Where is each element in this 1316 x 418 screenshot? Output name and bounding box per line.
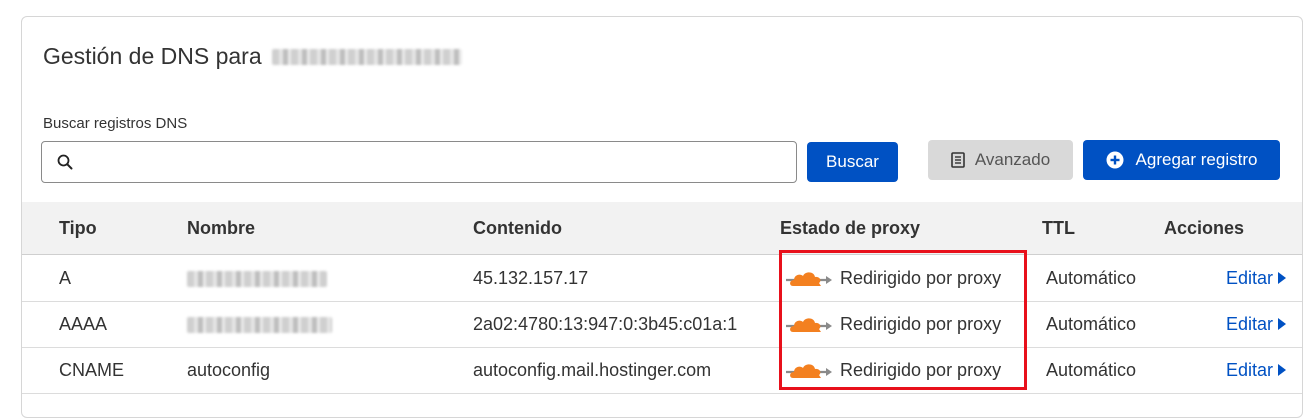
record-ttl: Automático xyxy=(1046,268,1137,288)
edit-link[interactable]: Editar xyxy=(1226,255,1287,301)
table-row: A 45.132.157.17 Redirigido por proxy Aut… xyxy=(22,255,1302,302)
record-name xyxy=(187,301,332,347)
column-name[interactable]: Nombre xyxy=(187,202,255,254)
table-row: CNAME autoconfig autoconfig.mail.hosting… xyxy=(22,347,1302,394)
edit-link-label: Editar xyxy=(1226,314,1274,334)
dns-management-card: Gestión de DNS para Buscar registros DNS… xyxy=(21,16,1303,418)
search-field[interactable] xyxy=(41,141,797,183)
page-title: Gestión de DNS para xyxy=(43,43,462,70)
advanced-button[interactable]: Avanzado xyxy=(928,140,1073,180)
search-button-label: Buscar xyxy=(826,152,879,171)
record-type: CNAME xyxy=(59,360,125,380)
caret-right-icon xyxy=(1278,318,1287,330)
column-ttl[interactable]: TTL xyxy=(1042,202,1075,254)
search-label: Buscar registros DNS xyxy=(43,115,188,132)
edit-link-label: Editar xyxy=(1226,360,1274,380)
plus-circle-icon xyxy=(1106,151,1124,169)
record-content: 45.132.157.17 xyxy=(473,268,589,288)
record-content: 2a02:4780:13:947:0:3b45:c01a:1 xyxy=(473,314,738,334)
table-row: AAAA 2a02:4780:13:947:0:3b45:c01a:1 Redi… xyxy=(22,301,1302,348)
proxy-status-highlight xyxy=(779,250,1027,390)
document-icon xyxy=(951,152,965,168)
page-title-text: Gestión de DNS para xyxy=(43,43,262,69)
record-name: autoconfig xyxy=(187,360,271,380)
column-proxy[interactable]: Estado de proxy xyxy=(780,202,920,254)
record-content: autoconfig.mail.hostinger.com xyxy=(473,360,712,380)
caret-right-icon xyxy=(1278,364,1287,376)
search-icon xyxy=(57,154,73,170)
advanced-button-label: Avanzado xyxy=(974,150,1051,169)
record-type: A xyxy=(59,268,72,288)
edit-link[interactable]: Editar xyxy=(1226,347,1287,393)
search-input[interactable] xyxy=(81,146,796,178)
redacted-name xyxy=(187,271,327,288)
table-header: Tipo Nombre Contenido Estado de proxy TT… xyxy=(22,202,1302,255)
record-name xyxy=(187,255,327,301)
record-ttl: Automático xyxy=(1046,360,1137,380)
record-type: AAAA xyxy=(59,314,108,334)
column-actions: Acciones xyxy=(1164,218,1245,238)
column-content[interactable]: Contenido xyxy=(473,202,562,254)
record-ttl: Automático xyxy=(1046,314,1137,334)
redacted-name xyxy=(187,317,332,334)
column-type[interactable]: Tipo xyxy=(59,202,97,254)
add-record-button[interactable]: Agregar registro xyxy=(1083,140,1280,180)
redacted-domain xyxy=(271,48,462,65)
search-button[interactable]: Buscar xyxy=(807,142,898,182)
edit-link[interactable]: Editar xyxy=(1226,301,1287,347)
caret-right-icon xyxy=(1278,272,1287,284)
add-record-button-label: Agregar registro xyxy=(1135,150,1258,169)
edit-link-label: Editar xyxy=(1226,268,1274,288)
